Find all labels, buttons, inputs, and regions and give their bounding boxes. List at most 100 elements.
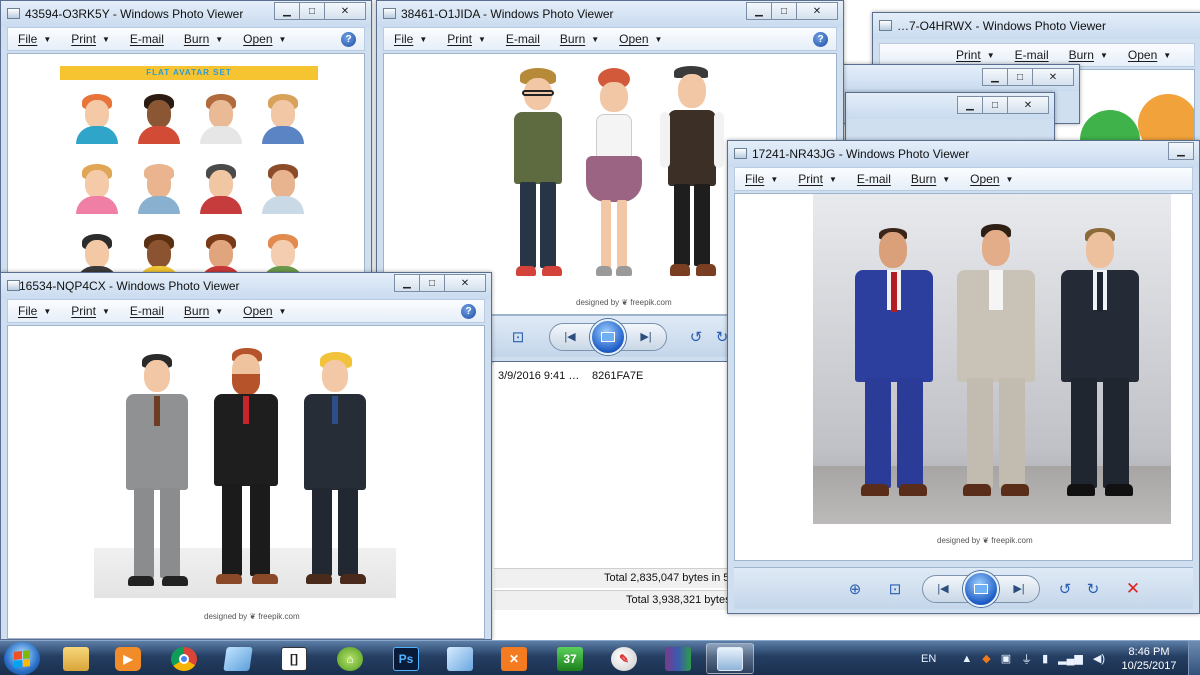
usb-icon[interactable]: ⏚	[1021, 651, 1032, 667]
menu-burn[interactable]: Burn ▼	[1069, 48, 1108, 62]
volume-icon[interactable]: ◀)	[1093, 652, 1105, 665]
menu-open[interactable]: Open ▼	[970, 172, 1013, 186]
control-bar: ⊕ ⊡ |◀ ▶| ↺ ↻ ✕	[734, 567, 1193, 609]
menu-email[interactable]: E-mail	[130, 32, 164, 46]
delete-icon[interactable]: ✕	[1122, 578, 1144, 600]
close-button[interactable]: ✕	[444, 274, 486, 292]
next-button[interactable]: ▶|	[999, 576, 1039, 602]
menu-open[interactable]: Open ▼	[619, 32, 662, 46]
next-button[interactable]: ▶|	[626, 324, 666, 350]
taskbar-paint[interactable]: ✎	[600, 643, 648, 674]
slideshow-button[interactable]	[963, 570, 999, 607]
taskbar-box-app[interactable]	[436, 643, 484, 674]
taskbar-tray-app[interactable]: []	[270, 643, 318, 674]
menu-email[interactable]: E-mail	[506, 32, 540, 46]
close-button[interactable]: ✕	[1032, 68, 1074, 86]
maximize-button[interactable]: □	[419, 274, 445, 292]
taskbar-file-explorer[interactable]	[52, 643, 100, 674]
minimize-button[interactable]: ▁	[394, 274, 420, 292]
menu-open[interactable]: Open ▼	[1128, 48, 1171, 62]
menu-print[interactable]: Print ▼	[71, 304, 110, 318]
maximize-button[interactable]: □	[1007, 68, 1033, 86]
minimize-button[interactable]: ▁	[746, 2, 772, 20]
chevron-down-icon: ▼	[986, 50, 995, 60]
show-desktop-button[interactable]	[1188, 641, 1200, 675]
taskbar-chrome[interactable]	[160, 643, 208, 674]
close-button[interactable]: ✕	[324, 2, 366, 20]
help-icon[interactable]: ?	[341, 32, 356, 47]
menu-file[interactable]: File ▼	[394, 32, 427, 46]
signal-icon[interactable]: ▂▄▆	[1058, 652, 1083, 665]
taskbar-media-center[interactable]: 37	[546, 643, 594, 674]
taskbar-photo-viewer[interactable]	[706, 643, 754, 674]
menu-email[interactable]: E-mail	[130, 304, 164, 318]
network-monitor-icon[interactable]: ▣	[1001, 652, 1011, 665]
maximize-button[interactable]: □	[982, 96, 1008, 114]
photo-viewer-window-3[interactable]: 16534-NQP4CX - Windows Photo Viewer ▁ □ …	[0, 272, 492, 640]
menu-open[interactable]: Open ▼	[243, 304, 286, 318]
suits-image: designed by ❦ freepik.com	[813, 194, 1171, 560]
avast-icon[interactable]: ◆	[982, 652, 990, 665]
menu-bar: File ▼ Print ▼ E-mail Burn ▼ Open ▼	[734, 167, 1193, 191]
menu-print[interactable]: Print ▼	[956, 48, 995, 62]
zoom-icon[interactable]: ⊕	[844, 578, 866, 600]
title-bar[interactable]: 38461-O1JIDA - Windows Photo Viewer ▁ □ …	[377, 1, 843, 27]
chevron-down-icon: ▼	[477, 34, 486, 44]
minimize-button[interactable]: ▁	[957, 96, 983, 114]
chevron-down-icon: ▼	[43, 34, 52, 44]
menu-open[interactable]: Open ▼	[243, 32, 286, 46]
menu-print[interactable]: Print ▼	[798, 172, 837, 186]
menu-file[interactable]: File ▼	[18, 304, 51, 318]
actual-size-icon[interactable]: ⊡	[884, 578, 906, 600]
minimize-button[interactable]: ▁	[982, 68, 1008, 86]
taskbar-winrar[interactable]	[654, 643, 702, 674]
photo-viewer-window-4[interactable]: 17241-NR43JG - Windows Photo Viewer ▁ Fi…	[727, 140, 1200, 614]
close-button[interactable]: ✕	[1007, 96, 1049, 114]
maximize-button[interactable]: □	[299, 2, 325, 20]
title-bar[interactable]: 17241-NR43JG - Windows Photo Viewer ▁	[728, 141, 1199, 167]
menu-print[interactable]: Print ▼	[71, 32, 110, 46]
help-icon[interactable]: ?	[461, 304, 476, 319]
taskbar-green-app[interactable]: ⌂	[326, 643, 374, 674]
minimize-button[interactable]: ▁	[274, 2, 300, 20]
avatar-image: FLAT AVATAR SET	[60, 64, 318, 288]
menu-burn[interactable]: Burn ▼	[911, 172, 950, 186]
menu-burn[interactable]: Burn ▼	[184, 32, 223, 46]
rotate-counterclockwise-icon[interactable]: ↺	[685, 326, 707, 348]
menu-burn[interactable]: Burn ▼	[560, 32, 599, 46]
person-figure	[508, 68, 568, 288]
rotate-counterclockwise-icon[interactable]: ↺	[1054, 578, 1076, 600]
menu-email[interactable]: E-mail	[857, 172, 891, 186]
actual-size-icon[interactable]: ⊡	[507, 326, 529, 348]
taskbar-photoshop[interactable]: Ps	[382, 643, 430, 674]
menu-print[interactable]: Print ▼	[447, 32, 486, 46]
minimize-button[interactable]: ▁	[1168, 142, 1194, 160]
clock[interactable]: 8:46 PM 10/25/2017	[1110, 645, 1188, 673]
battery-icon[interactable]: ▮	[1042, 652, 1048, 665]
previous-button[interactable]: |◀	[923, 576, 963, 602]
previous-button[interactable]: |◀	[550, 324, 590, 350]
avatar	[198, 94, 244, 144]
photo-viewer-window-1[interactable]: 43594-O3RK5Y - Windows Photo Viewer ▁ □ …	[0, 0, 372, 290]
slideshow-button[interactable]	[590, 318, 626, 355]
language-indicator[interactable]: EN	[921, 653, 936, 665]
media-center-icon: 37	[557, 646, 583, 671]
menu-file[interactable]: File ▼	[745, 172, 778, 186]
maximize-button[interactable]: □	[771, 2, 797, 20]
close-button[interactable]: ✕	[796, 2, 838, 20]
menu-email[interactable]: E-mail	[1015, 48, 1049, 62]
help-icon[interactable]: ?	[813, 32, 828, 47]
title-bar[interactable]: 16534-NQP4CX - Windows Photo Viewer ▁ □ …	[1, 273, 491, 299]
taskbar-media-player[interactable]: ▶	[104, 643, 152, 674]
taskbar-xampp[interactable]: ✕	[490, 643, 538, 674]
rotate-clockwise-icon[interactable]: ↻	[1082, 578, 1104, 600]
title-bar[interactable]: 43594-O3RK5Y - Windows Photo Viewer ▁ □ …	[1, 1, 371, 27]
photo-viewer-icon	[879, 20, 892, 31]
title-bar[interactable]: …7-O4HRWX - Windows Photo Viewer	[873, 13, 1200, 39]
start-button[interactable]	[4, 642, 40, 675]
menu-file[interactable]: File ▼	[18, 32, 51, 46]
chrome-icon	[171, 646, 197, 671]
menu-burn[interactable]: Burn ▼	[184, 304, 223, 318]
show-hidden-icons-icon[interactable]: ▲	[961, 653, 972, 665]
taskbar-notepad[interactable]	[214, 643, 262, 674]
